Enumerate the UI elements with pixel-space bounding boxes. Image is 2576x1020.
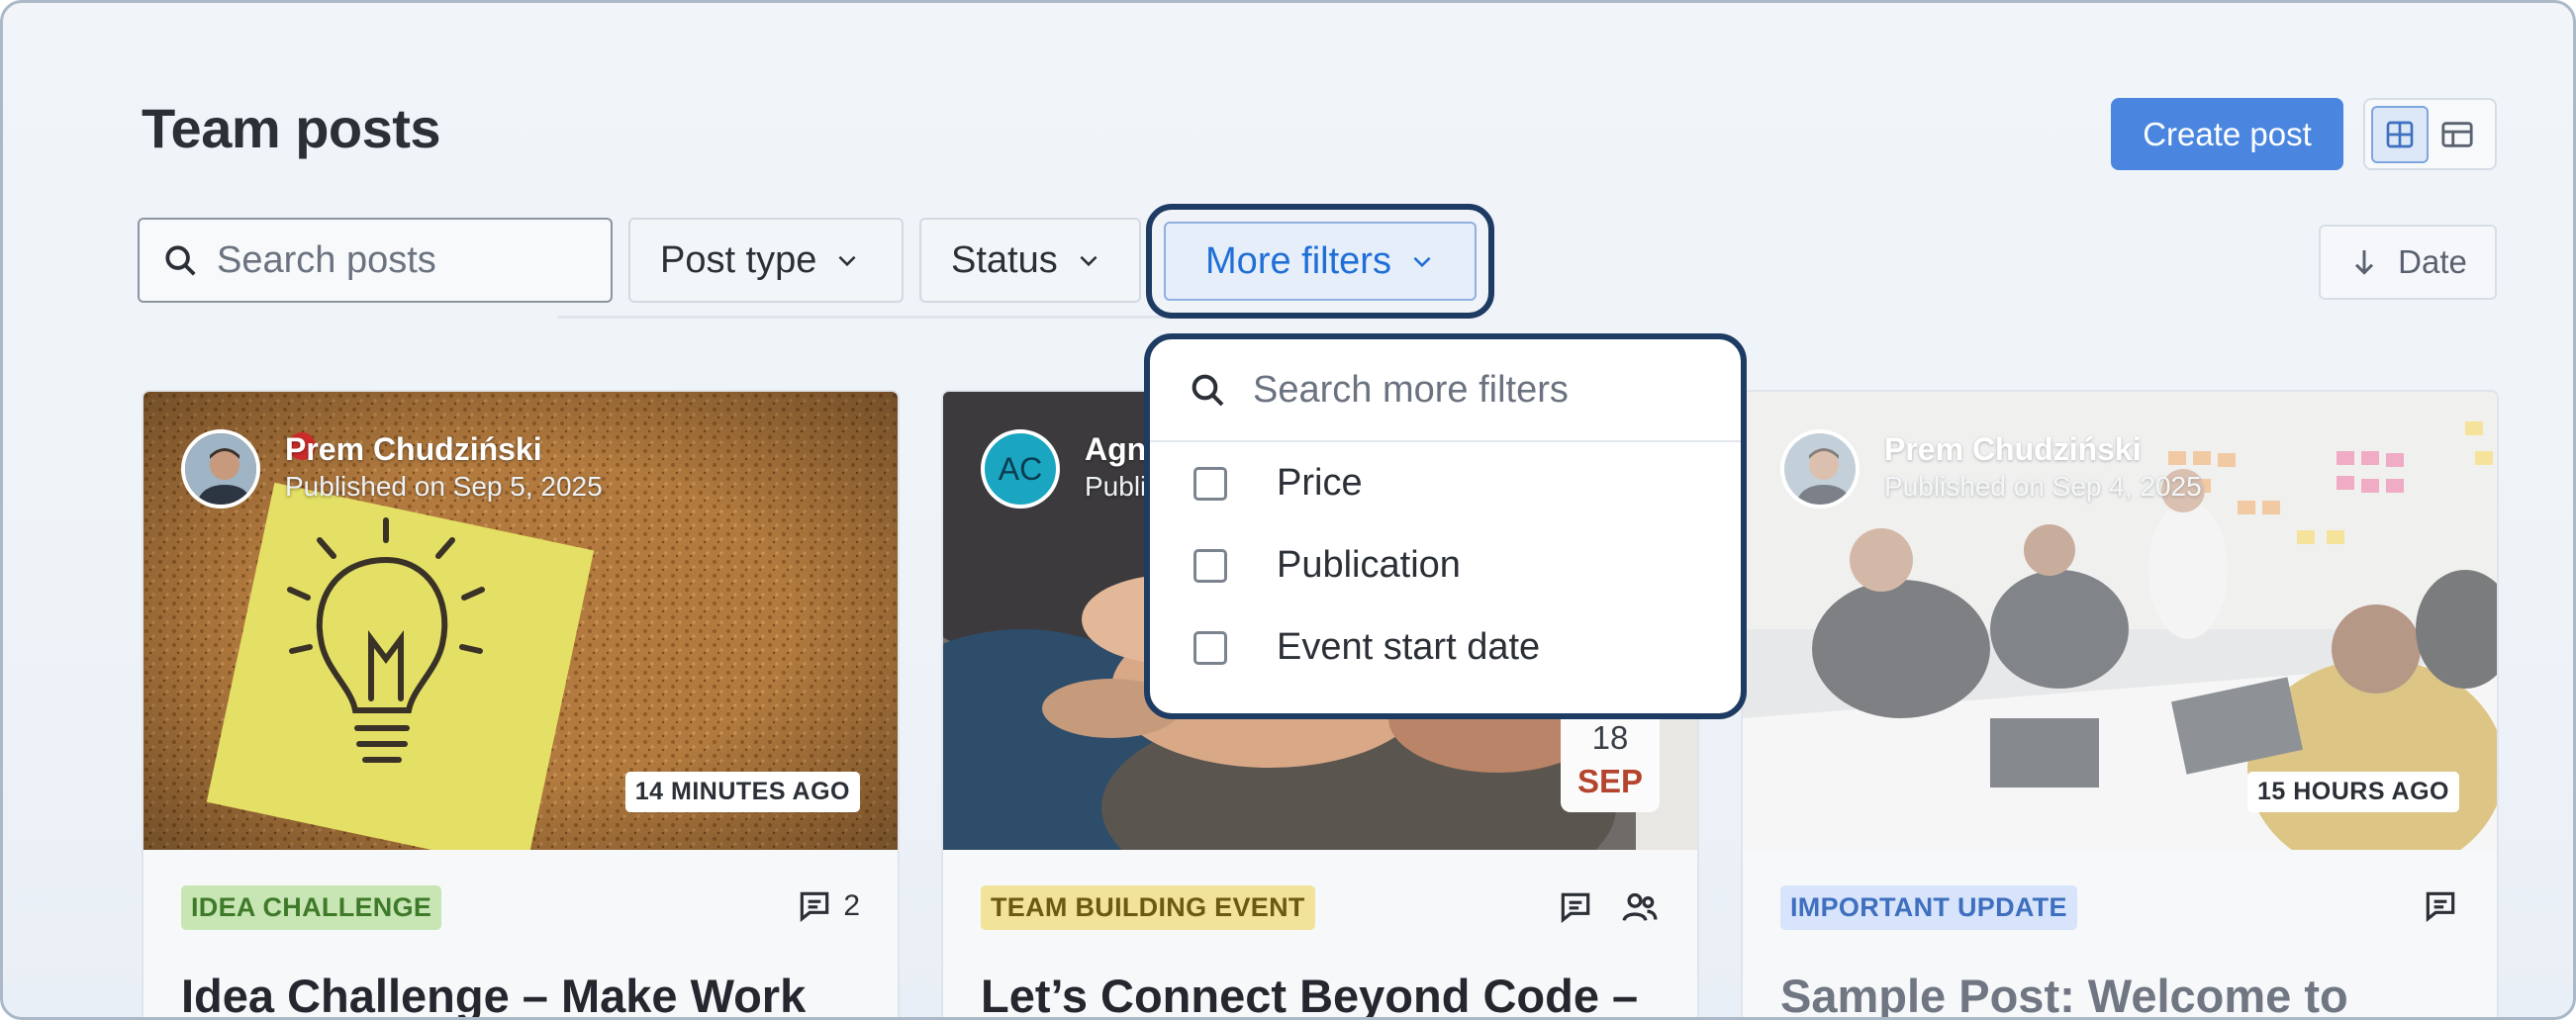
sort-label: Date: [2398, 243, 2467, 280]
avatar[interactable]: [1780, 429, 1860, 509]
search-posts-input[interactable]: [217, 238, 593, 282]
filter-search-field[interactable]: [1150, 339, 1741, 442]
post-type-label: Post type: [660, 238, 817, 281]
avatar-initials: AC: [998, 450, 1043, 487]
view-toggle: [2363, 98, 2497, 170]
card-actions: [2422, 887, 2459, 925]
filter-option-event-start-date[interactable]: Event start date: [1150, 606, 1741, 689]
status-label: Status: [951, 238, 1058, 281]
avatar[interactable]: [181, 429, 260, 509]
author-name[interactable]: Prem Chudziński: [285, 431, 542, 468]
checkbox[interactable]: [1193, 630, 1227, 665]
grid-view-icon: [2386, 121, 2414, 147]
comment-icon[interactable]: [1557, 888, 1594, 926]
arrow-down-icon: [2355, 250, 2374, 275]
filter-option-label: Publication: [1277, 544, 1461, 586]
more-filters-button[interactable]: More filters: [1164, 222, 1477, 301]
post-card[interactable]: Prem Chudziński Published on Sep 4, 2025…: [1741, 390, 2499, 1017]
publish-date: Published on Sep 4, 2025: [1884, 471, 2202, 502]
sort-date-button[interactable]: Date: [2319, 225, 2497, 300]
filter-option-label: Price: [1277, 462, 1363, 504]
more-filters-focus-ring: More filters: [1146, 204, 1494, 319]
post-type-tag: IMPORTANT UPDATE: [1780, 885, 2077, 930]
grid-view-button[interactable]: [2371, 105, 2429, 163]
search-posts-field[interactable]: [138, 218, 613, 303]
checkbox[interactable]: [1193, 548, 1227, 583]
author-name[interactable]: Agn: [1085, 431, 1146, 468]
search-icon: [165, 245, 196, 276]
event-month: SEP: [1576, 763, 1644, 799]
post-card-body: TEAM BUILDING EVENT Let’s Connect Beyond…: [943, 850, 1697, 1017]
create-post-button[interactable]: Create post: [2111, 98, 2343, 170]
publish-date: Published on Sep 5, 2025: [285, 471, 603, 502]
table-view-icon: [2441, 121, 2473, 147]
event-day: 18: [1591, 719, 1629, 756]
chevron-down-icon: [1080, 255, 1097, 267]
comments-button[interactable]: 2: [796, 887, 860, 925]
search-icon: [1192, 374, 1224, 407]
filter-option-price[interactable]: Price: [1150, 442, 1741, 524]
more-filters-dropdown: Price Publication Event start date: [1144, 333, 1747, 719]
time-ago-badge: 14 MINUTES AGO: [624, 772, 860, 812]
filter-search-input[interactable]: [1253, 368, 1708, 412]
comment-icon[interactable]: [2422, 887, 2459, 925]
post-card-body: IMPORTANT UPDATE Sample Post: Welcome to: [1743, 850, 2497, 1017]
post-title[interactable]: Idea Challenge – Make Work: [181, 969, 806, 1017]
attendees-icon[interactable]: [1620, 887, 1660, 927]
post-card-body: IDEA CHALLENGE 2 Idea Challenge – Make W…: [143, 850, 898, 1017]
card-actions: 2: [796, 887, 860, 925]
post-image: Prem Chudziński Published on Sep 5, 2025…: [143, 392, 898, 850]
post-image: Prem Chudziński Published on Sep 4, 2025…: [1743, 392, 2497, 850]
avatar[interactable]: AC: [981, 429, 1060, 509]
comment-icon: [801, 891, 829, 922]
chevron-down-icon: [1413, 256, 1431, 268]
page-title: Team posts: [142, 97, 441, 159]
author-name[interactable]: Prem Chudziński: [1884, 431, 2142, 468]
post-type-tag: TEAM BUILDING EVENT: [981, 885, 1315, 930]
post-title[interactable]: Let’s Connect Beyond Code –: [981, 969, 1638, 1017]
post-type-filter[interactable]: Post type: [628, 218, 904, 303]
chevron-down-icon: [838, 255, 856, 267]
table-view-button[interactable]: [2429, 106, 2486, 163]
comment-count: 2: [843, 889, 860, 922]
filter-option-publication[interactable]: Publication: [1150, 524, 1741, 606]
time-ago-badge: 15 HOURS AGO: [2246, 772, 2459, 812]
status-filter[interactable]: Status: [919, 218, 1141, 303]
checkbox[interactable]: [1193, 466, 1227, 501]
app-window: Team posts Create post Post type Status …: [0, 0, 2576, 1020]
more-filters-label: More filters: [1205, 239, 1391, 282]
filter-option-label: Event start date: [1277, 626, 1541, 668]
filter-divider: [557, 316, 1171, 319]
publish-date: Publi: [1085, 471, 1147, 502]
post-card[interactable]: Prem Chudziński Published on Sep 5, 2025…: [142, 390, 900, 1017]
card-actions: [1557, 887, 1660, 927]
post-title[interactable]: Sample Post: Welcome to: [1780, 969, 2348, 1017]
post-type-tag: IDEA CHALLENGE: [181, 885, 442, 930]
